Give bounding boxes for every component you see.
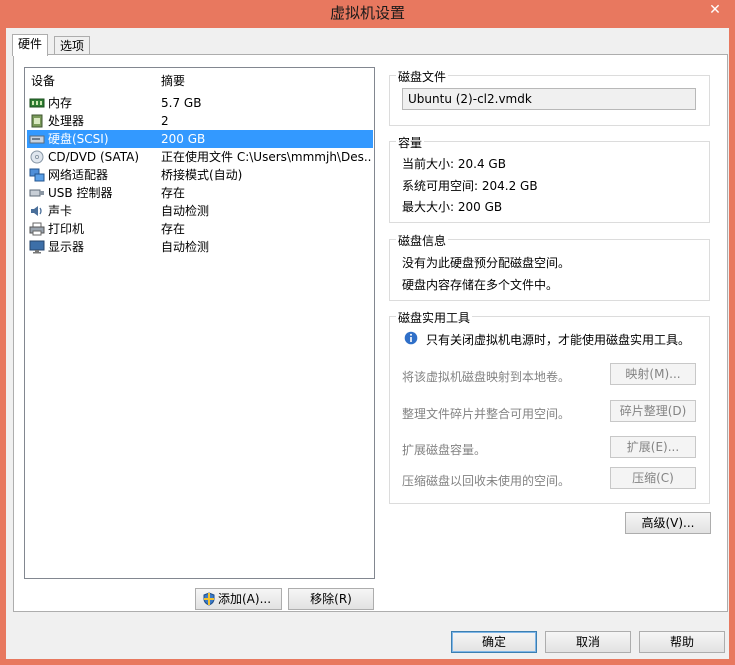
device-name: 显示器 <box>48 240 85 254</box>
max-size-text: 最大大小: 200 GB <box>402 200 503 214</box>
remove-device-button[interactable]: 移除(R) <box>288 588 374 610</box>
device-list[interactable]: 设备 摘要 内存 5.7 GB 处理器 2 硬盘(SCSI) 200 GB CD… <box>24 67 375 579</box>
current-size-text: 当前大小: 20.4 GB <box>402 157 506 171</box>
ok-button[interactable]: 确定 <box>451 631 537 653</box>
close-button[interactable]: ✕ <box>700 0 730 20</box>
map-button[interactable]: 映射(M)... <box>610 363 696 385</box>
window-frame: 硬件 选项 设备 摘要 内存 5.7 GB 处理器 2 硬盘(SCSI) 200… <box>0 28 735 665</box>
expand-button[interactable]: 扩展(E)... <box>610 436 696 458</box>
device-row-sound-card[interactable]: 声卡 自动检测 <box>27 202 373 220</box>
window-title: 虚拟机设置 <box>329 4 405 22</box>
summary-column-header[interactable]: 摘要 <box>161 72 185 89</box>
device-row-usb-controller[interactable]: USB 控制器 存在 <box>27 184 373 202</box>
display-icon <box>29 240 45 254</box>
sound-card-icon <box>31 206 42 216</box>
utilities-notice: 只有关闭虚拟机电源时，才能使用磁盘实用工具。 <box>426 333 691 347</box>
device-summary: 200 GB <box>161 132 206 146</box>
hard-disk-icon <box>29 135 45 144</box>
device-summary: 自动检测 <box>161 240 210 254</box>
device-name: 打印机 <box>48 222 85 236</box>
disk-file-field[interactable]: Ubuntu (2)-cl2.vmdk <box>402 88 696 110</box>
device-summary: 自动检测 <box>161 204 210 218</box>
tab-options[interactable]: 选项 <box>54 36 91 56</box>
processor-icon <box>31 114 43 128</box>
title-bar: 虚拟机设置 ✕ <box>0 0 735 28</box>
usb-icon <box>29 189 44 197</box>
capacity-group: 容量 当前大小: 20.4 GB 系统可用空间: 204.2 GB 最大大小: … <box>389 134 710 223</box>
device-name: 处理器 <box>48 114 85 128</box>
disk-utilities-group: 磁盘实用工具 只有关闭虚拟机电源时，才能使用磁盘实用工具。 将该虚拟机磁盘映射到… <box>389 309 710 504</box>
device-summary: 存在 <box>161 186 186 200</box>
device-row-cd-dvd[interactable]: CD/DVD (SATA) 正在使用文件 C:\Users\mmmjh\Des.… <box>27 148 373 166</box>
defragment-description: 整理文件碎片并整合可用空间。 <box>402 407 571 421</box>
device-summary: 2 <box>161 114 169 128</box>
device-row-printer[interactable]: 打印机 存在 <box>27 220 373 238</box>
disk-info-legend: 磁盘信息 <box>396 232 449 249</box>
device-name: 内存 <box>48 96 73 110</box>
hardware-tab-panel: 设备 摘要 内存 5.7 GB 处理器 2 硬盘(SCSI) 200 GB CD… <box>13 54 728 612</box>
device-name: USB 控制器 <box>48 186 113 200</box>
device-name: CD/DVD (SATA) <box>48 150 140 164</box>
help-button[interactable]: 帮助 <box>639 631 725 653</box>
disk-info-group: 磁盘信息 没有为此硬盘预分配磁盘空间。 硬盘内容存储在多个文件中。 <box>389 232 710 301</box>
compact-button[interactable]: 压缩(C) <box>610 467 696 489</box>
device-row-hard-disk[interactable]: 硬盘(SCSI) 200 GB <box>27 130 373 148</box>
device-name: 声卡 <box>48 204 73 218</box>
compact-description: 压缩磁盘以回收未使用的空间。 <box>402 474 571 488</box>
device-summary: 5.7 GB <box>161 96 202 110</box>
add-button-label: 添加(A)... <box>218 592 272 606</box>
device-summary: 正在使用文件 C:\Users\mmmjh\Des... <box>161 150 371 164</box>
disk-utilities-legend: 磁盘实用工具 <box>396 309 473 326</box>
printer-icon <box>29 222 45 236</box>
expand-description: 扩展磁盘容量。 <box>402 443 487 457</box>
defragment-button[interactable]: 碎片整理(D) <box>610 400 696 422</box>
device-name: 硬盘(SCSI) <box>48 132 109 146</box>
available-space-text: 系统可用空间: 204.2 GB <box>402 179 538 193</box>
device-column-header[interactable]: 设备 <box>31 72 55 89</box>
disk-info-line-1: 没有为此硬盘预分配磁盘空间。 <box>402 256 571 270</box>
device-summary: 存在 <box>161 222 186 236</box>
tab-hardware[interactable]: 硬件 <box>12 34 49 56</box>
cancel-button[interactable]: 取消 <box>545 631 631 653</box>
network-adapter-icon <box>29 168 45 182</box>
memory-icon <box>29 98 45 108</box>
device-summary: 桥接模式(自动) <box>161 168 243 182</box>
disk-info-line-2: 硬盘内容存储在多个文件中。 <box>402 278 559 292</box>
device-row-network-adapter[interactable]: 网络适配器 桥接模式(自动) <box>27 166 373 184</box>
dialog-client-area: 硬件 选项 设备 摘要 内存 5.7 GB 处理器 2 硬盘(SCSI) 200… <box>6 28 729 659</box>
capacity-legend: 容量 <box>396 134 425 151</box>
device-name: 网络适配器 <box>48 168 109 182</box>
shield-icon <box>203 592 215 606</box>
disk-file-legend: 磁盘文件 <box>396 68 449 85</box>
advanced-button[interactable]: 高级(V)... <box>625 512 711 534</box>
device-row-display[interactable]: 显示器 自动检测 <box>27 238 373 256</box>
cd-dvd-icon <box>30 150 44 164</box>
map-description: 将该虚拟机磁盘映射到本地卷。 <box>402 370 571 384</box>
info-icon <box>404 331 418 345</box>
add-device-button[interactable]: 添加(A)... <box>195 588 282 610</box>
device-row-memory[interactable]: 内存 5.7 GB <box>27 94 373 112</box>
disk-file-group: 磁盘文件 Ubuntu (2)-cl2.vmdk <box>389 68 710 126</box>
device-row-processor[interactable]: 处理器 2 <box>27 112 373 130</box>
